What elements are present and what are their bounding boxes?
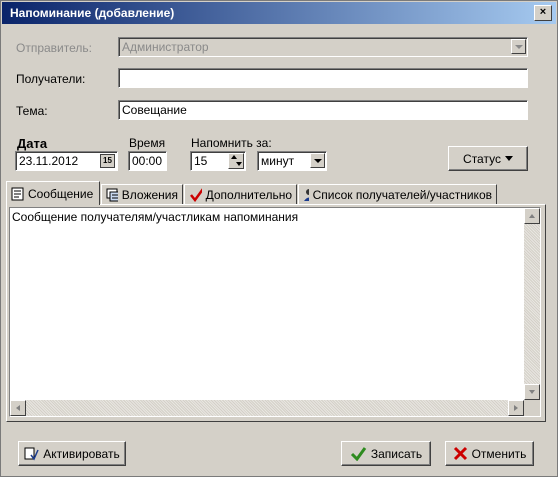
message-textarea[interactable]: Сообщение получателям/участликам напомин… [9, 207, 541, 417]
cancel-button[interactable]: Отменить [445, 441, 534, 466]
recipients-label: Получатели: [16, 72, 86, 86]
scroll-right-button[interactable] [508, 400, 524, 416]
message-text: Сообщение получателям/участликам напомин… [12, 210, 299, 224]
activate-label: Активировать [43, 446, 120, 461]
tab-participants[interactable]: Список получателей/участников [298, 184, 497, 204]
chevron-down-icon [310, 153, 325, 168]
tab-label: Вложения [121, 187, 178, 202]
remind-value: 15 [194, 154, 208, 168]
scroll-down-button[interactable] [524, 384, 540, 400]
calendar-icon[interactable]: 15 [100, 154, 115, 168]
remind-spin-input[interactable]: 15 [190, 151, 246, 171]
time-label: Время [129, 136, 166, 150]
subject-input[interactable]: Совещание [118, 100, 528, 120]
remind-unit-dropdown[interactable]: минут [257, 151, 327, 171]
cancel-x-icon [453, 446, 467, 461]
horizontal-scrollbar[interactable] [10, 400, 524, 416]
close-button[interactable]: × [534, 5, 552, 21]
check-icon [350, 447, 367, 461]
scroll-up-button[interactable] [524, 208, 540, 224]
date-value: 23.11.2012 [19, 154, 79, 168]
remind-label: Напомнить за: [191, 136, 272, 150]
save-label: Записать [370, 446, 423, 461]
sender-value: Администратор [122, 40, 209, 54]
checkmark-icon [190, 188, 202, 202]
tab-additional[interactable]: Дополнительно [184, 184, 297, 204]
status-button[interactable]: Статус [448, 146, 528, 171]
save-button[interactable]: Записать [341, 441, 431, 466]
scrollbar-corner [524, 400, 540, 416]
tab-label: Сообщение [28, 186, 94, 201]
tab-message[interactable]: Сообщение [6, 181, 100, 205]
title-bar[interactable]: Напоминание (добавление) × [2, 2, 556, 24]
people-icon [304, 188, 309, 201]
scroll-left-button[interactable] [10, 400, 26, 416]
reminder-dialog: Напоминание (добавление) × Отправитель: … [0, 0, 558, 477]
document-icon [11, 187, 24, 200]
cancel-label: Отменить [471, 446, 527, 461]
tab-attachments[interactable]: Вложения [101, 184, 183, 204]
attachments-icon [106, 188, 118, 201]
time-input[interactable]: 00:00 [128, 151, 167, 171]
vertical-scrollbar[interactable] [524, 208, 540, 400]
tab-label: Список получателей/участников [312, 187, 492, 202]
remind-unit-value: минут [261, 154, 295, 168]
tab-label: Дополнительно [205, 187, 292, 202]
recipients-input[interactable] [118, 68, 528, 88]
window-title: Напоминание (добавление) [10, 6, 175, 20]
chevron-down-icon [511, 39, 526, 54]
activate-button[interactable]: Активировать [18, 441, 126, 466]
sender-dropdown: Администратор [118, 37, 528, 57]
activate-icon [24, 447, 39, 461]
triangle-down-icon [504, 156, 513, 161]
subject-label: Тема: [16, 104, 48, 118]
date-label: Дата [17, 136, 48, 151]
date-input[interactable]: 23.11.2012 15 [15, 151, 118, 171]
spin-icon[interactable] [228, 153, 244, 169]
status-button-label: Статус [463, 151, 501, 166]
sender-label: Отправитель: [16, 41, 92, 55]
